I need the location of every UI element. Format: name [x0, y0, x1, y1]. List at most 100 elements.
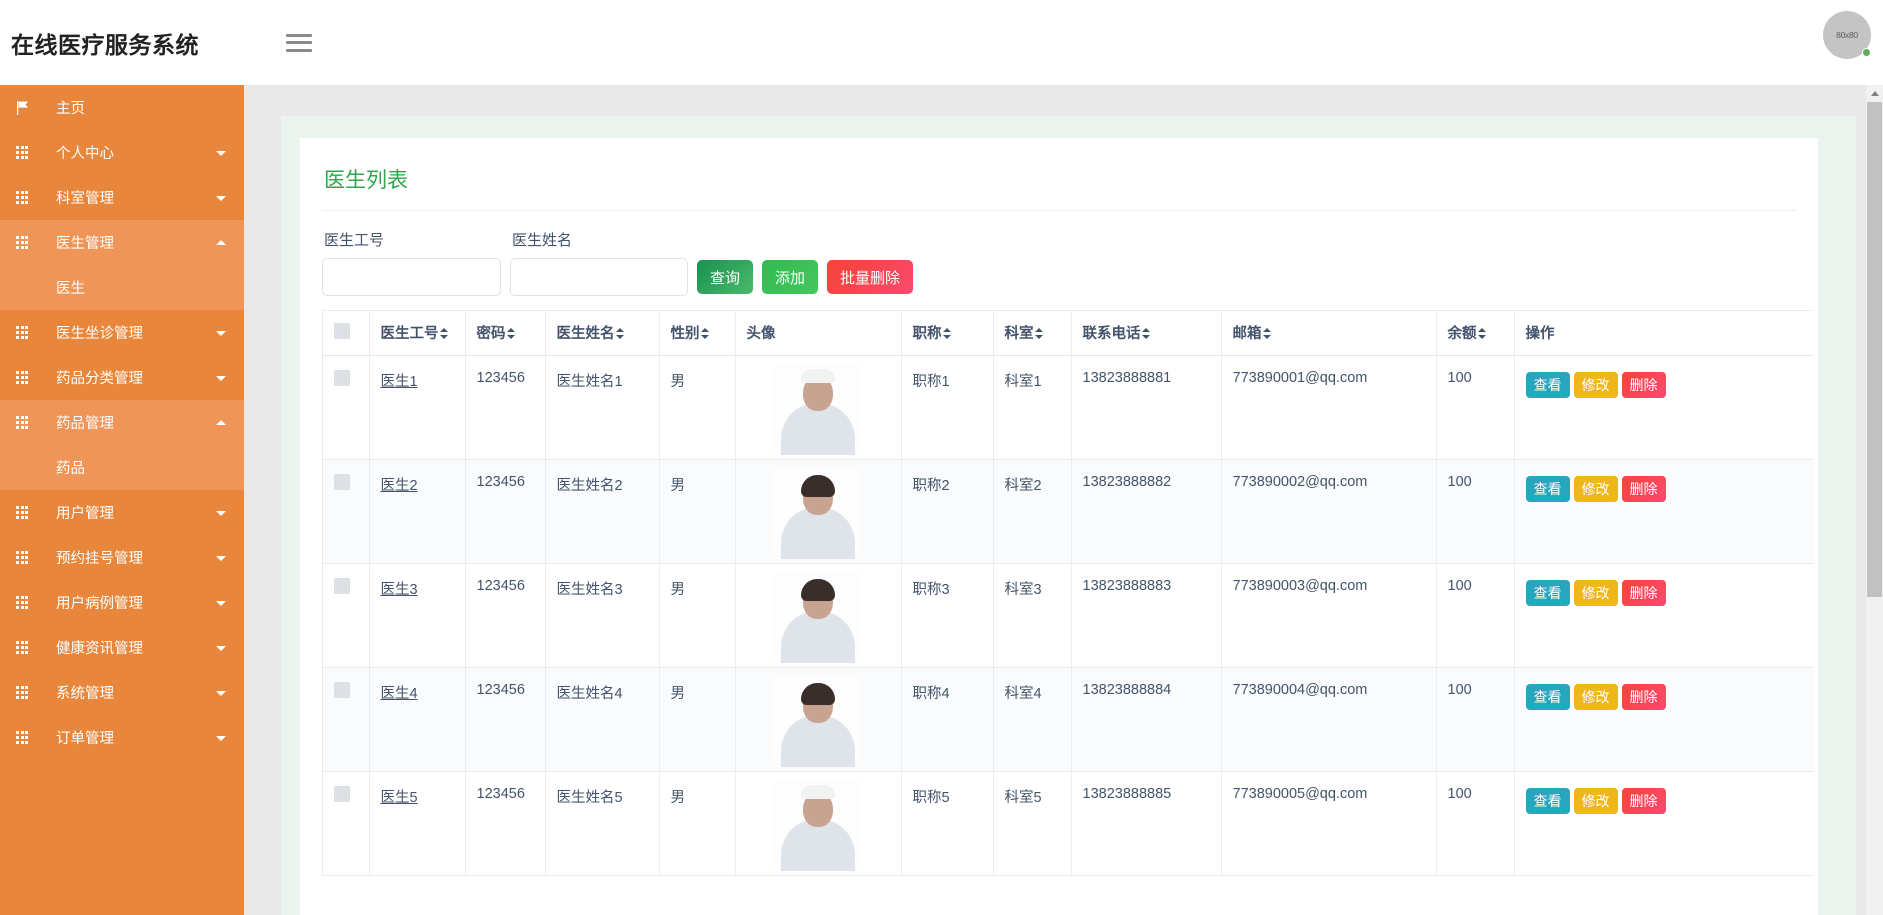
online-status-dot [1862, 48, 1871, 57]
view-button[interactable]: 查看 [1525, 371, 1570, 398]
delete-button[interactable]: 删除 [1621, 579, 1666, 606]
sidebar: 主页 个人中心 科室管理 医生管理 医生 医生坐诊管理 药品分类管理 药品管理 … [0, 85, 244, 915]
batch-delete-button[interactable]: 批量删除 [827, 260, 914, 294]
th-department[interactable]: 科室 [993, 311, 1072, 356]
cell-select[interactable] [323, 771, 370, 876]
app-root: 在线医疗服务系统 80x80 主页 个人中心 科室管理 医生管理 医生 医生坐诊… [0, 0, 1883, 915]
th-email[interactable]: 邮箱 [1221, 311, 1437, 356]
sort-icon[interactable] [1034, 327, 1043, 340]
cell-select[interactable] [323, 667, 370, 772]
cell-select[interactable] [323, 459, 370, 564]
table-row: 医生3 123456 医生姓名3 男 职称3 科室3 13823888883 7… [323, 563, 1813, 668]
view-button[interactable]: 查看 [1525, 475, 1570, 502]
row-checkbox[interactable] [334, 473, 350, 490]
sidebar-item-label: 个人中心 [56, 146, 114, 162]
search-input-job-no[interactable] [322, 258, 501, 296]
th-phone[interactable]: 联系电话 [1071, 311, 1222, 356]
grid-icon [8, 686, 36, 699]
sidebar-item-label: 订单管理 [56, 731, 114, 747]
row-checkbox[interactable] [334, 369, 350, 386]
th-select-all[interactable] [323, 311, 370, 356]
sort-icon[interactable] [615, 327, 624, 340]
sort-icon[interactable] [1262, 327, 1271, 340]
th-balance[interactable]: 余额 [1436, 311, 1515, 356]
sidebar-item-user-management[interactable]: 用户管理 [0, 490, 244, 535]
row-checkbox[interactable] [334, 681, 350, 698]
sort-icon[interactable] [942, 327, 951, 340]
cell-doctor-name: 医生姓名1 [545, 355, 660, 460]
job-no-link[interactable]: 医生1 [381, 374, 418, 390]
sidebar-item-doctor-clinic[interactable]: 医生坐诊管理 [0, 310, 244, 355]
view-button[interactable]: 查看 [1525, 683, 1570, 710]
sidebar-item-health-news[interactable]: 健康资讯管理 [0, 625, 244, 670]
sidebar-item-appointment[interactable]: 预约挂号管理 [0, 535, 244, 580]
table-row: 医生2 123456 医生姓名2 男 职称2 科室2 13823888882 7… [323, 459, 1813, 564]
cell-phone: 13823888884 [1071, 667, 1222, 772]
job-no-link[interactable]: 医生3 [381, 582, 418, 598]
edit-button[interactable]: 修改 [1573, 579, 1618, 606]
grid-icon [8, 641, 36, 654]
edit-button[interactable]: 修改 [1573, 787, 1618, 814]
delete-button[interactable]: 删除 [1621, 475, 1666, 502]
avatar[interactable]: 80x80 [1823, 11, 1871, 59]
delete-button[interactable]: 删除 [1621, 683, 1666, 710]
cell-email: 773890003@qq.com [1221, 563, 1437, 668]
sort-icon[interactable] [700, 327, 709, 340]
cell-select[interactable] [323, 355, 370, 460]
table-row: 医生5 123456 医生姓名5 男 职称5 科室5 13823888885 7… [323, 771, 1813, 876]
main-content: 医生列表 医生工号 医生姓名 查询 添加 批量删除 医生工号 密码 医生姓名 性… [244, 85, 1883, 915]
cell-department: 科室5 [993, 771, 1072, 876]
doctor-photo [774, 362, 862, 455]
sidebar-item-label: 系统管理 [56, 686, 114, 702]
sidebar-item-order[interactable]: 订单管理 [0, 715, 244, 760]
cell-email: 773890004@qq.com [1221, 667, 1437, 772]
cell-balance: 100 [1436, 355, 1515, 460]
th-job-no[interactable]: 医生工号 [369, 311, 466, 356]
sidebar-item-label: 主页 [56, 101, 85, 117]
add-button[interactable]: 添加 [762, 260, 819, 294]
chevron-down-icon [216, 600, 226, 606]
edit-button[interactable]: 修改 [1573, 475, 1618, 502]
sidebar-item-medical-record[interactable]: 用户病例管理 [0, 580, 244, 625]
cell-operation: 查看 修改 删除 [1514, 667, 1813, 772]
sidebar-subitem-doctor[interactable]: 医生 [0, 265, 244, 310]
sidebar-item-doctor-management[interactable]: 医生管理 [0, 220, 244, 265]
query-button[interactable]: 查询 [697, 260, 754, 294]
sidebar-item-department[interactable]: 科室管理 [0, 175, 244, 220]
sidebar-subitem-drug[interactable]: 药品 [0, 445, 244, 490]
sidebar-item-system[interactable]: 系统管理 [0, 670, 244, 715]
edit-button[interactable]: 修改 [1573, 683, 1618, 710]
search-input-doctor-name[interactable] [510, 258, 688, 296]
sort-icon[interactable] [439, 327, 448, 340]
th-title[interactable]: 职称 [901, 311, 994, 356]
cell-avatar [735, 563, 902, 668]
sidebar-item-drug-category[interactable]: 药品分类管理 [0, 355, 244, 400]
doctor-table-wrapper: 医生工号 密码 医生姓名 性别 头像 职称 科室 联系电话 邮箱 余额 操作 医… [322, 310, 1813, 876]
sidebar-item-drug-management[interactable]: 药品管理 [0, 400, 244, 445]
edit-button[interactable]: 修改 [1573, 371, 1618, 398]
th-doctor-name[interactable]: 医生姓名 [545, 311, 660, 356]
scroll-up-arrow-icon[interactable] [1866, 85, 1883, 102]
view-button[interactable]: 查看 [1525, 787, 1570, 814]
row-checkbox[interactable] [334, 785, 350, 802]
sort-icon[interactable] [506, 327, 515, 340]
hamburger-icon[interactable] [286, 32, 312, 54]
sidebar-item-personal-center[interactable]: 个人中心 [0, 130, 244, 175]
scrollbar-thumb[interactable] [1867, 102, 1882, 597]
select-all-checkbox[interactable] [334, 322, 350, 339]
delete-button[interactable]: 删除 [1621, 787, 1666, 814]
th-password[interactable]: 密码 [465, 311, 546, 356]
sidebar-item-home[interactable]: 主页 [0, 85, 244, 130]
vertical-scrollbar[interactable] [1866, 85, 1883, 915]
chevron-down-icon [216, 375, 226, 381]
th-gender[interactable]: 性别 [659, 311, 736, 356]
row-checkbox[interactable] [334, 577, 350, 594]
view-button[interactable]: 查看 [1525, 579, 1570, 606]
cell-select[interactable] [323, 563, 370, 668]
job-no-link[interactable]: 医生5 [381, 790, 418, 806]
sort-icon[interactable] [1477, 327, 1486, 340]
delete-button[interactable]: 删除 [1621, 371, 1666, 398]
sort-icon[interactable] [1141, 327, 1150, 340]
job-no-link[interactable]: 医生4 [381, 686, 418, 702]
job-no-link[interactable]: 医生2 [381, 478, 418, 494]
